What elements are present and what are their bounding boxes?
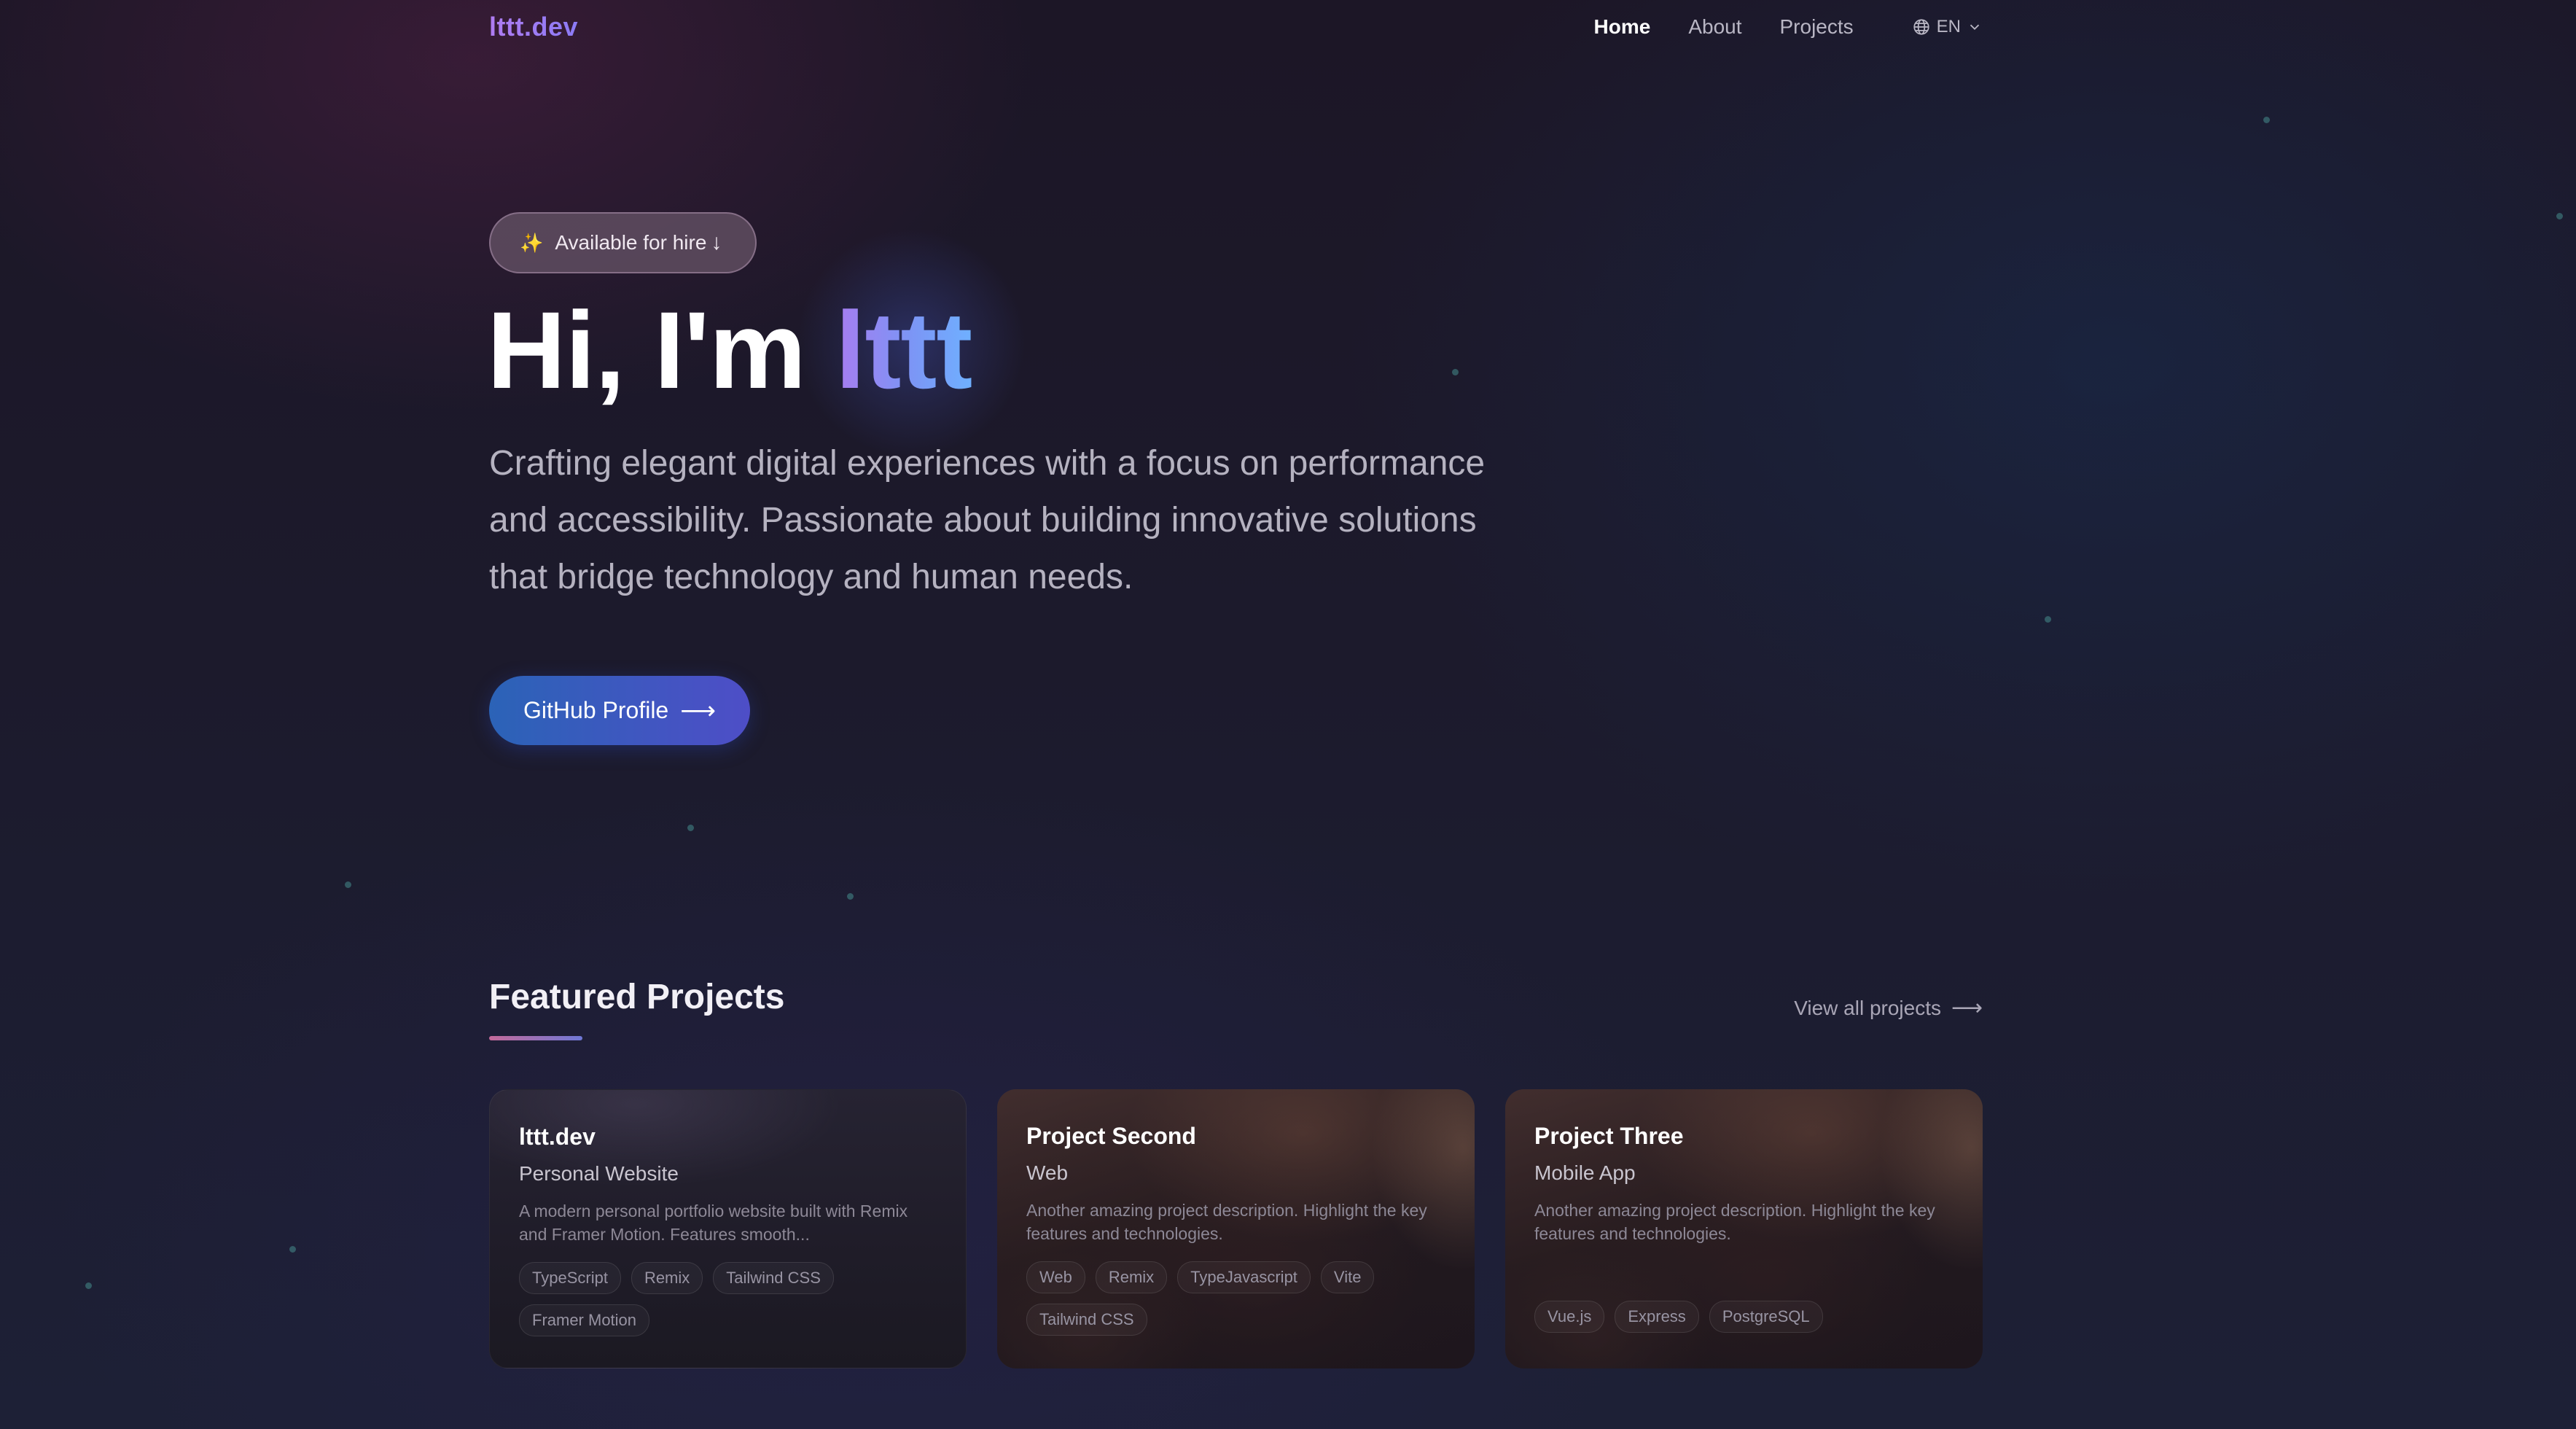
project-description: A modern personal portfolio website buil… <box>519 1202 908 1244</box>
project-title: Project Second <box>1026 1123 1196 1149</box>
particle <box>2556 213 2563 219</box>
project-subtitle: Mobile App <box>1534 1161 1636 1184</box>
language-label: EN <box>1936 17 1961 36</box>
project-title: Project Three <box>1534 1123 1684 1149</box>
tag: Framer Motion <box>519 1304 650 1336</box>
particle <box>289 1246 296 1253</box>
github-profile-label: GitHub Profile <box>523 697 669 723</box>
project-tags: Web Remix TypeJavascript Vite Tailwind C… <box>1026 1261 1447 1346</box>
particle <box>1452 369 1459 375</box>
hero-description: Crafting elegant digital experiences wit… <box>489 444 1486 596</box>
project-subtitle: Web <box>1026 1161 1069 1184</box>
project-cards: lttt.dev Personal Website A modern perso… <box>489 1089 1983 1368</box>
hero-title: Hi, I'm lttt <box>487 288 972 412</box>
project-card-lttt-dev[interactable]: lttt.dev Personal Website A modern perso… <box>489 1089 967 1368</box>
chevron-down-icon <box>1970 24 1980 31</box>
tag: TypeJavascript <box>1177 1261 1311 1293</box>
tag: Vite <box>1320 1261 1375 1293</box>
hero-title-name: lttt <box>835 289 973 411</box>
arrow-right-icon: ⟶ <box>1951 996 1983 1020</box>
view-all-label: View all projects <box>1794 996 1941 1019</box>
particle <box>345 881 351 888</box>
view-all-projects-link[interactable]: View all projects ⟶ <box>1794 995 1983 1021</box>
tag: Tailwind CSS <box>713 1262 834 1294</box>
site-logo[interactable]: lttt.dev <box>489 12 578 42</box>
available-for-hire-badge[interactable]: ✨ Available for hire ↓ <box>489 212 757 273</box>
arrow-down-icon: ↓ <box>711 230 722 254</box>
project-description: Another amazing project description. Hig… <box>1534 1201 1935 1243</box>
github-profile-button[interactable]: GitHub Profile ⟶ <box>489 676 750 745</box>
nav-link-home[interactable]: Home <box>1594 15 1651 39</box>
particle <box>2045 616 2051 623</box>
tag: Express <box>1615 1301 1699 1333</box>
particle <box>85 1282 92 1289</box>
section-underline <box>489 1036 582 1040</box>
tag: Remix <box>631 1262 703 1294</box>
language-selector[interactable]: EN <box>1912 17 1983 37</box>
nav-link-projects[interactable]: Projects <box>1780 15 1854 39</box>
project-card-second[interactable]: Project Second Web Another amazing proje… <box>997 1089 1475 1368</box>
particle <box>847 893 854 900</box>
featured-projects-title: Featured Projects <box>489 978 785 1016</box>
tag: Vue.js <box>1534 1301 1605 1333</box>
particle <box>687 825 694 831</box>
tag: Remix <box>1095 1261 1168 1293</box>
top-nav: lttt.dev Home About Projects EN <box>489 0 1983 54</box>
badge-label: Available for hire <box>555 231 707 254</box>
tag: PostgreSQL <box>1709 1301 1823 1333</box>
tag: Web <box>1026 1261 1085 1293</box>
project-tags: TypeScript Remix Tailwind CSS Framer Mot… <box>519 1262 938 1347</box>
project-subtitle: Personal Website <box>519 1162 679 1185</box>
project-tags: Vue.js Express PostgreSQL <box>1534 1301 1955 1343</box>
particle <box>2263 117 2270 123</box>
project-description: Another amazing project description. Hig… <box>1026 1201 1427 1243</box>
tag: TypeScript <box>519 1262 621 1294</box>
sparkles-icon: ✨ <box>520 231 544 254</box>
arrow-right-icon: ⟶ <box>680 696 716 725</box>
project-title: lttt.dev <box>519 1124 596 1150</box>
tag: Tailwind CSS <box>1026 1304 1147 1336</box>
hero-title-prefix: Hi, I'm <box>487 289 835 411</box>
nav-link-about[interactable]: About <box>1688 15 1741 39</box>
project-card-three[interactable]: Project Three Mobile App Another amazing… <box>1505 1089 1983 1368</box>
nav-links: Home About Projects EN <box>1556 15 1983 39</box>
globe-icon <box>1913 19 1929 35</box>
